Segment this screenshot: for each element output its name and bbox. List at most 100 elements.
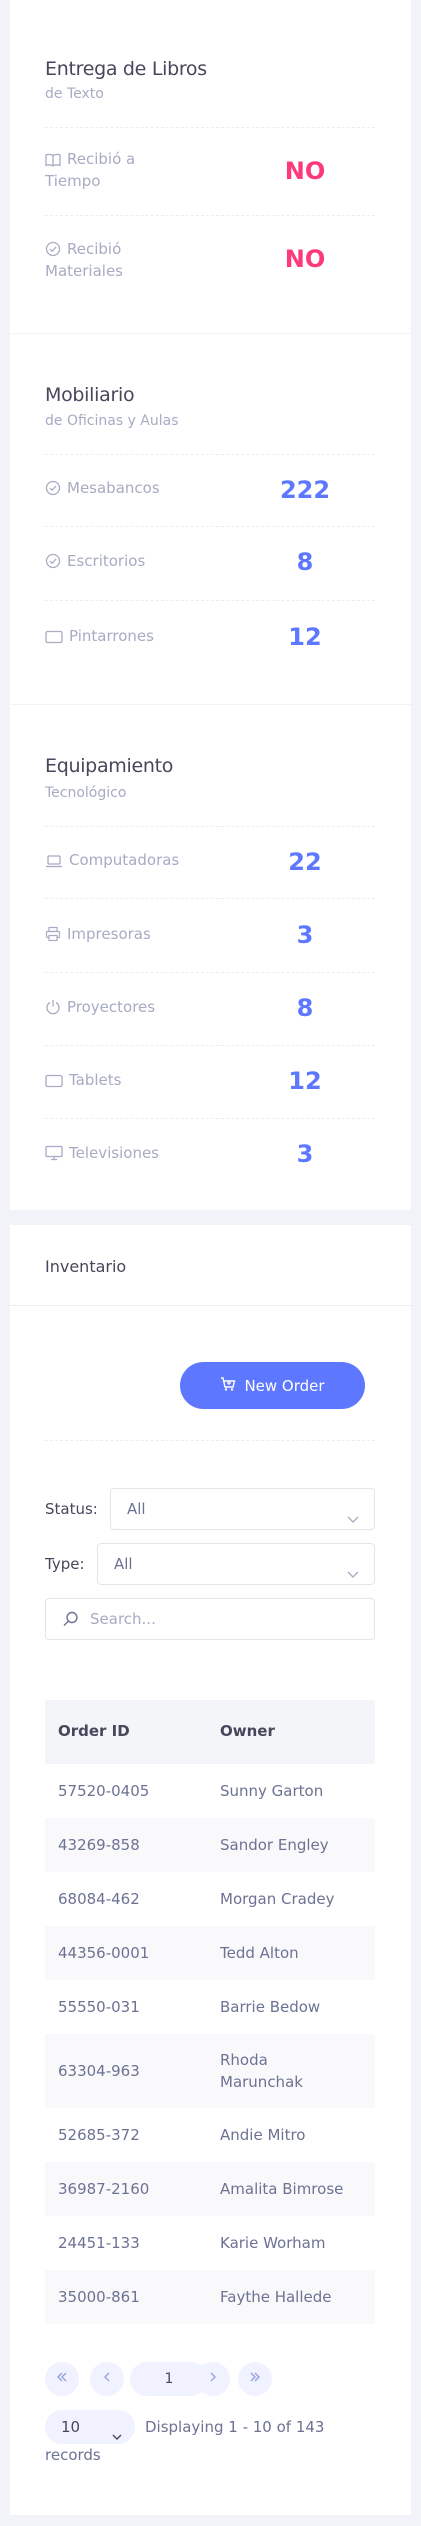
board-icon xyxy=(45,630,63,649)
row-value: 8 xyxy=(296,994,314,1022)
last-page-button[interactable] xyxy=(238,2362,272,2396)
new-order-label: New Order xyxy=(244,1376,325,1395)
type-label: Type: xyxy=(45,1555,85,1573)
divider xyxy=(45,526,375,527)
book-icon xyxy=(45,153,61,172)
order-id-cell: 55550-031 xyxy=(58,1998,140,2016)
table-header: Order ID Owner xyxy=(45,1700,375,1764)
column-header-order-id[interactable]: Order ID xyxy=(58,1722,130,1740)
card-header-divider xyxy=(10,1305,411,1306)
card-subtitle: de Texto xyxy=(45,86,104,102)
new-order-button[interactable]: New Order xyxy=(180,1362,365,1409)
row-label: Tablets xyxy=(69,1071,122,1089)
order-id-cell: 63304-963 xyxy=(58,2062,140,2080)
search-input[interactable]: Search... xyxy=(45,1598,375,1640)
double-chevron-left-icon xyxy=(55,2370,69,2388)
divider xyxy=(45,454,375,455)
divider xyxy=(45,127,375,128)
card-mobiliario: Mobiliario de Oficinas y Aulas Mesabanco… xyxy=(10,334,411,704)
type-select-value: All xyxy=(114,1555,133,1573)
row-impresoras: Impresoras xyxy=(45,925,151,947)
search-placeholder: Search... xyxy=(90,1610,156,1628)
card-subtitle: de Oficinas y Aulas xyxy=(45,413,179,429)
status-select-value: All xyxy=(127,1500,146,1518)
check-circle-icon xyxy=(45,241,61,262)
table-row: 63304-963 Rhoda Marunchak xyxy=(45,2034,375,2108)
row-value: 8 xyxy=(296,548,314,576)
row-label: Proyectores xyxy=(67,998,156,1016)
table-row: 68084-462 Morgan Cradey xyxy=(45,1872,375,1926)
card-equipamiento: Equipamiento Tecnológico Computadoras 22… xyxy=(10,705,411,1210)
row-label: Impresoras xyxy=(67,925,151,943)
table-row: 55550-031 Barrie Bedow xyxy=(45,1980,375,2034)
owner-cell: Barrie Bedow xyxy=(220,1998,321,2016)
owner-cell: Rhoda Marunchak xyxy=(220,2051,303,2091)
order-id-cell: 57520-0405 xyxy=(58,1782,150,1800)
row-label: Pintarrones xyxy=(69,627,154,645)
order-id-cell: 43269-858 xyxy=(58,1836,140,1854)
next-page-button[interactable] xyxy=(196,2362,230,2396)
order-id-cell: 44356-0001 xyxy=(58,1944,150,1962)
row-label: Televisiones xyxy=(69,1144,159,1162)
cart-icon xyxy=(220,1376,236,1396)
inventario-title: Inventario xyxy=(45,1257,127,1276)
check-circle-icon xyxy=(45,553,61,574)
divider xyxy=(45,1118,375,1119)
order-id-cell: 24451-133 xyxy=(58,2234,140,2252)
order-id-cell: 68084-462 xyxy=(58,1890,140,1908)
table-row: 44356-0001 Tedd Alton xyxy=(45,1926,375,1980)
chevron-down-icon xyxy=(346,1556,360,1596)
row-value: 12 xyxy=(288,623,322,651)
power-icon xyxy=(45,999,61,1020)
row-mesabancos: Mesabancos xyxy=(45,479,160,501)
row-computadoras: Computadoras xyxy=(45,851,179,873)
row-proyectores: Proyectores xyxy=(45,998,155,1020)
row-value: NO xyxy=(284,245,326,273)
owner-cell: Sandor Engley xyxy=(220,1836,329,1854)
row-recibio-tiempo: Recibió a Tiempo xyxy=(45,150,175,191)
order-id-cell: 52685-372 xyxy=(58,2126,140,2144)
card-title: Mobiliario xyxy=(45,384,135,406)
chevron-right-icon xyxy=(206,2370,220,2388)
type-select[interactable]: All xyxy=(97,1543,375,1585)
card-title: Equipamiento xyxy=(45,755,174,777)
row-televisiones: Televisiones xyxy=(45,1144,159,1166)
card-entrega-libros: Entrega de Libros de Texto Recibió a Tie… xyxy=(10,0,411,333)
first-page-button[interactable] xyxy=(45,2362,79,2396)
row-value: 222 xyxy=(279,476,331,504)
owner-cell: Amalita Bimrose xyxy=(220,2180,344,2198)
row-value: 3 xyxy=(296,921,314,949)
owner-cell: Andie Mitro xyxy=(220,2126,306,2144)
row-label: Computadoras xyxy=(69,851,180,869)
order-id-cell: 35000-861 xyxy=(58,2288,140,2306)
divider xyxy=(45,600,375,601)
row-label: Mesabancos xyxy=(67,479,160,497)
row-value: 22 xyxy=(288,848,322,876)
table-row: 36987-2160 Amalita Bimrose xyxy=(45,2162,375,2216)
chevron-left-icon xyxy=(100,2370,114,2388)
status-label: Status: xyxy=(45,1500,98,1518)
row-recibio-materiales: Recibió Materiales xyxy=(45,240,175,281)
column-header-owner[interactable]: Owner xyxy=(220,1722,275,1740)
table-row: 35000-861 Faythe Hallede xyxy=(45,2270,375,2324)
card-subtitle: Tecnológico xyxy=(45,785,127,801)
owner-cell: Morgan Cradey xyxy=(220,1890,335,1908)
owner-cell: Sunny Garton xyxy=(220,1782,324,1800)
row-escritorios: Escritorios xyxy=(45,552,145,574)
status-select[interactable]: All xyxy=(110,1488,375,1530)
printer-icon xyxy=(45,926,61,947)
laptop-icon xyxy=(45,854,63,873)
table-row: 43269-858 Sandor Engley xyxy=(45,1818,375,1872)
table-row: 57520-0405 Sunny Garton xyxy=(45,1764,375,1818)
double-chevron-right-icon xyxy=(248,2370,262,2388)
row-label: Escritorios xyxy=(67,552,146,570)
row-pintarrones: Pintarrones xyxy=(45,627,154,649)
divider xyxy=(45,215,375,216)
search-icon xyxy=(62,1610,80,1632)
divider xyxy=(45,1440,375,1441)
prev-page-button[interactable] xyxy=(90,2362,124,2396)
table-row: 24451-133 Karie Worham xyxy=(45,2216,375,2270)
check-circle-icon xyxy=(45,480,61,501)
monitor-icon xyxy=(45,1145,63,1166)
divider xyxy=(45,898,375,899)
